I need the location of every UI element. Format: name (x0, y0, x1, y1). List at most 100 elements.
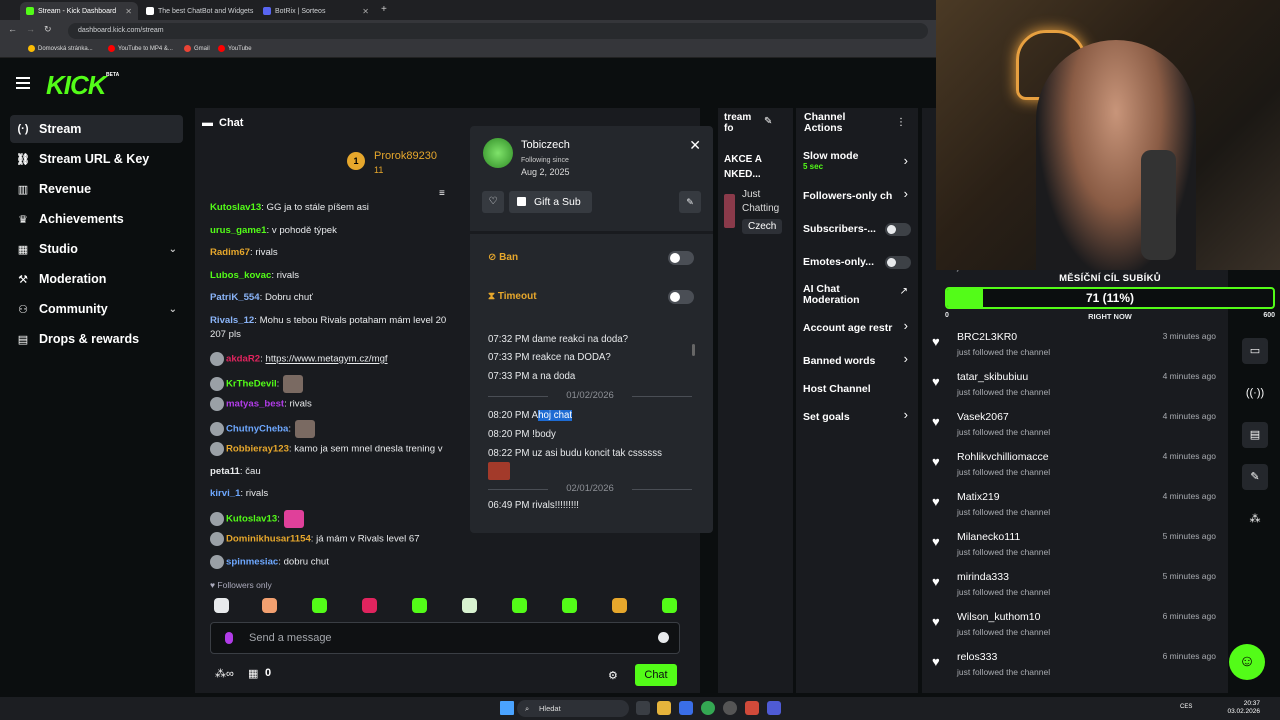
chat-message[interactable]: Robbieray123: kamo ja sem mnel dnesla tr… (210, 442, 443, 457)
chat-username[interactable]: peta11 (210, 466, 240, 477)
emote-button[interactable] (462, 598, 477, 613)
follower-name[interactable]: relos333 (957, 651, 997, 663)
layout-rail-icon[interactable]: ▤ (1242, 422, 1268, 448)
banned-words-action[interactable]: Banned words (803, 355, 875, 367)
chat-username[interactable]: Rivals_12 (210, 315, 254, 326)
follower-name[interactable]: Milanecko111 (957, 531, 1020, 543)
emote-button[interactable] (262, 598, 277, 613)
app-icon[interactable] (745, 701, 759, 715)
account-age-action[interactable]: Account age restr (803, 322, 892, 334)
chat-username[interactable]: PatriK_554 (210, 292, 260, 303)
emotes-only-toggle[interactable] (885, 256, 911, 269)
activity-item[interactable]: ♥ relos333 just followed the channel 6 minu… (932, 646, 1222, 686)
activity-item[interactable]: ♥ Wilson_kuthom10 just followed the channe… (932, 606, 1222, 646)
back-icon[interactable]: ← (8, 24, 17, 34)
close-tab-icon[interactable]: ✕ (362, 7, 369, 16)
chat-message[interactable]: urus_game1: v pohodě týpek (210, 224, 337, 238)
store-icon[interactable]: ▦ (248, 667, 258, 680)
close-icon[interactable]: ✕ (689, 137, 701, 154)
followers-only-action[interactable]: Followers-only ch (803, 190, 892, 202)
system-clock[interactable]: 20:37 03.02.2026 (1227, 700, 1260, 716)
history-scrollbar[interactable] (692, 344, 695, 356)
task-view-icon[interactable] (636, 701, 650, 715)
follower-name[interactable]: Vasek2067 (957, 411, 1009, 423)
tab-botrix[interactable]: BotRix | Sorteos ✕ (257, 2, 375, 20)
close-tab-icon[interactable]: ✕ (125, 7, 132, 16)
emote-button[interactable] (512, 598, 527, 613)
chat-message[interactable]: akdaR2: https://www.metagym.cz/mgf (210, 352, 388, 367)
sidebar-item-achievements[interactable]: ♛ Achievements (10, 205, 183, 233)
chat-username[interactable]: akdaR2 (226, 354, 260, 365)
chat-message[interactable]: kirvi_1: rivals (210, 487, 268, 501)
sidebar-item-stream-url[interactable]: ⛓ Stream URL & Key (10, 145, 183, 173)
file-explorer-icon[interactable] (657, 701, 671, 715)
chat-message[interactable]: Kutoslav13: (210, 510, 306, 528)
sidebar-item-studio[interactable]: ▦ Studio ⌄ (10, 235, 183, 263)
bookmark-item[interactable]: Domovská stránka... (28, 45, 93, 52)
chat-username[interactable]: matyas_best (226, 399, 284, 410)
activity-item[interactable]: ♥ Rohlikvchilliomacce just followed the ch… (932, 446, 1222, 486)
sidebar-item-moderation[interactable]: ⚒ Moderation (10, 265, 183, 293)
emote-button[interactable] (662, 598, 677, 613)
follower-name[interactable]: Matix219 (957, 491, 1000, 503)
chat-message[interactable]: Rivals_12: Mohu s tebou Rivals potaham m… (210, 314, 446, 328)
chat-rail-icon[interactable]: ▭ (1242, 338, 1268, 364)
tab-kick-dashboard[interactable]: Stream - Kick Dashboard ✕ (20, 2, 138, 20)
taskbar-search[interactable]: ⌕ Hledat (517, 700, 629, 717)
emote-button[interactable] (612, 598, 627, 613)
emote-button[interactable] (214, 598, 229, 613)
subscribers-only-toggle[interactable] (885, 223, 911, 236)
emote-button[interactable] (562, 598, 577, 613)
input-language[interactable]: CES (1180, 704, 1192, 710)
chat-message[interactable]: PatriK_554: Dobru chuť (210, 291, 313, 305)
apps-rail-icon[interactable]: ⁂ (1242, 506, 1268, 532)
gift-sub-button[interactable]: Gift a Sub (509, 191, 592, 213)
chat-message[interactable]: Dominikhusar1154: já mám v Rivals level … (210, 532, 420, 547)
bookmark-item[interactable]: YouTube (218, 45, 252, 52)
chat-username[interactable]: Lubos_kovac (210, 270, 271, 281)
ai-moderation-action[interactable]: AI Chat Moderation (803, 284, 860, 306)
chat-username[interactable]: Robbieray123 (226, 444, 289, 455)
set-goals-action[interactable]: Set goals (803, 411, 850, 423)
chat-message[interactable]: ChutnyCheba: (210, 420, 317, 438)
chat-username[interactable]: ChutnyCheba (226, 424, 288, 435)
chat-message[interactable]: Radim67: rivals (210, 246, 278, 260)
chat-message[interactable]: KrTheDevil: (210, 375, 305, 393)
host-channel-action[interactable]: Host Channel (803, 383, 871, 395)
chat-username[interactable]: Radim67 (210, 247, 250, 258)
user-card-username[interactable]: Tobiczech (521, 139, 570, 151)
reload-icon[interactable]: ↻ (44, 24, 52, 35)
chat-username[interactable]: Dominikhusar1154 (226, 534, 311, 545)
activity-item[interactable]: ♥ Vasek2067 just followed the channel 4 min… (932, 406, 1222, 446)
slow-mode-action[interactable]: Slow mode 5 sec (803, 150, 858, 171)
url-field[interactable]: dashboard.kick.com/stream (68, 23, 928, 39)
follower-name[interactable]: Rohlikvchilliomacce (957, 451, 1049, 463)
broadcast-rail-icon[interactable]: ((·)) (1242, 380, 1268, 406)
activity-item[interactable]: ♥ Matix219 just followed the channel 4 minu… (932, 486, 1222, 526)
chat-message[interactable]: Lubos_kovac: rivals (210, 269, 299, 283)
chat-username[interactable]: Kutoslav13 (226, 514, 277, 525)
follow-heart-button[interactable]: ♡ (482, 191, 504, 213)
sidebar-item-stream[interactable]: (·) Stream (10, 115, 183, 143)
chat-link[interactable]: https://www.metagym.cz/mgf (265, 354, 387, 365)
new-tab-icon[interactable]: + (381, 4, 387, 15)
chat-username[interactable]: Kutoslav13 (210, 202, 261, 213)
chat-username[interactable]: spinmesiac (226, 557, 278, 568)
send-chat-button[interactable]: Chat (635, 664, 677, 686)
sidebar-item-revenue[interactable]: ▥ Revenue (10, 175, 183, 203)
chat-settings-icon[interactable]: ⚙ (608, 669, 620, 682)
chat-message-input[interactable]: Send a message (210, 622, 680, 654)
emoji-picker-icon[interactable] (658, 632, 669, 643)
follower-name[interactable]: mirinda333 (957, 571, 1009, 583)
chat-username[interactable]: urus_game1 (210, 225, 267, 236)
menu-icon[interactable] (16, 77, 30, 89)
mod-tools-button[interactable]: ✎ (679, 191, 701, 213)
bookmark-item[interactable]: YouTube to MP4 &... (108, 45, 173, 52)
ban-toggle[interactable] (668, 251, 694, 265)
timeout-toggle[interactable] (668, 290, 694, 304)
bookmark-item[interactable]: Gmail (184, 45, 210, 52)
support-chat-icon[interactable]: ☺ (1229, 644, 1265, 680)
wrench-rail-icon[interactable]: ✎ (1242, 464, 1268, 490)
activity-item[interactable]: ♥ Milanecko111 just followed the channel 5 … (932, 526, 1222, 566)
chat-message[interactable]: 207 pls (210, 328, 241, 342)
